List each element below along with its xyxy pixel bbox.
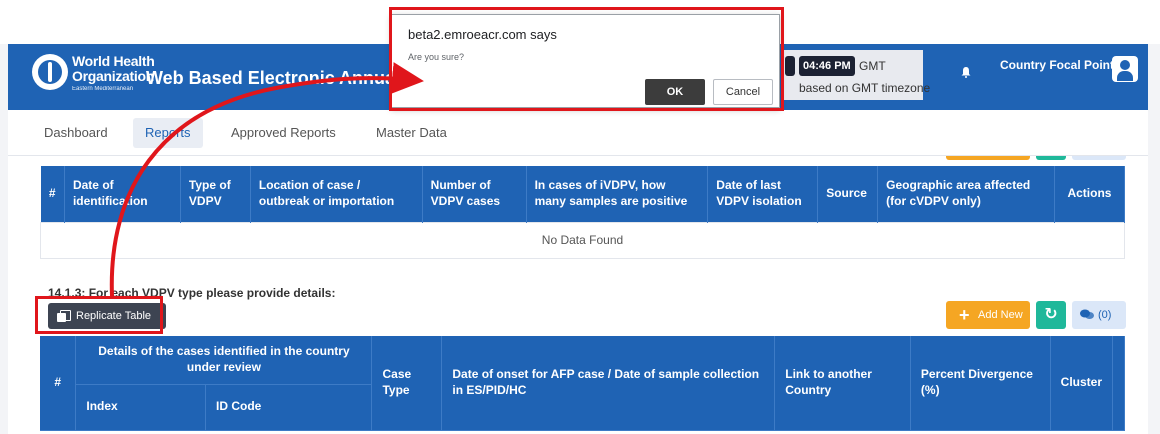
ok-button[interactable]: OK	[645, 79, 705, 105]
nav-master-data[interactable]: Master Data	[364, 118, 459, 148]
clock-time: 04:46 PM	[799, 56, 855, 76]
org-line2: Organization	[72, 68, 154, 84]
col-hash: #	[40, 336, 77, 431]
cancel-button[interactable]: Cancel	[713, 79, 773, 105]
partial-comments-button[interactable]	[1072, 156, 1126, 160]
empty-state: No Data Found	[40, 221, 1125, 259]
vdpv-table: # Date of identification Type of VDPV Lo…	[40, 166, 1126, 259]
col-number-cases: Number of VDPV cases	[422, 166, 527, 222]
main-nav: Dashboard Reports Approved Reports Maste…	[8, 110, 1148, 156]
col-type-vdpv: Type of VDPV	[180, 166, 251, 222]
col-percent-divergence: Percent Divergence (%)	[910, 336, 1051, 431]
col-extra	[1112, 336, 1125, 431]
who-logo-icon	[32, 54, 68, 90]
section-label: 14.1.3: For each VDPV type please provid…	[48, 286, 336, 300]
col-location: Location of case / outbreak or importati…	[250, 166, 423, 222]
user-role-label[interactable]: Country Focal Point	[1000, 58, 1114, 72]
partial-refresh-button[interactable]	[1036, 156, 1066, 160]
bell-icon[interactable]	[960, 66, 972, 78]
comments-count: (0)	[1098, 309, 1112, 321]
col-source: Source	[817, 166, 879, 222]
col-link-country: Link to another Country	[774, 336, 911, 431]
vdpv-details-table: # Details of the cases identified in the…	[40, 336, 1125, 431]
replicate-table-label: Replicate Table	[76, 310, 152, 322]
confirm-dialog: beta2.emroeacr.com says Are you sure? OK…	[391, 14, 780, 108]
user-avatar-icon[interactable]	[1112, 56, 1138, 82]
table-header-row: # Date of identification Type of VDPV Lo…	[40, 166, 1126, 222]
col-hash: #	[40, 166, 65, 222]
clock-timezone: GMT	[859, 59, 886, 73]
refresh-icon: ↻	[1044, 306, 1058, 323]
col-onset-date: Date of onset for AFP case / Date of sam…	[441, 336, 776, 431]
dialog-message: Are you sure?	[408, 52, 465, 62]
dialog-title: beta2.emroeacr.com says	[408, 27, 557, 42]
col-date-identification: Date of identification	[64, 166, 181, 222]
refresh-button[interactable]: ↻	[1036, 301, 1066, 329]
copy-icon	[57, 310, 71, 322]
clock-area: 04:46 PM GMT based on GMT timezone	[783, 50, 930, 100]
col-case-details: Details of the cases identified in the c…	[75, 336, 373, 385]
add-new-button[interactable]: + Add New	[946, 301, 1030, 329]
nav-approved-reports[interactable]: Approved Reports	[219, 118, 348, 148]
col-index: Index	[75, 384, 207, 431]
col-id-code: ID Code	[205, 384, 373, 431]
comment-icon	[1080, 309, 1094, 319]
nav-dashboard[interactable]: Dashboard	[32, 118, 120, 148]
org-line3: Eastern Mediterranean	[72, 86, 134, 92]
content-card: # Date of identification Type of VDPV Lo…	[8, 156, 1148, 434]
col-case-type: Case Type	[371, 336, 443, 431]
nav-reports[interactable]: Reports	[133, 118, 203, 148]
table-header-row: # Details of the cases identified in the…	[40, 336, 1125, 431]
comments-button[interactable]: (0)	[1072, 301, 1126, 329]
col-actions: Actions	[1054, 166, 1126, 222]
col-ivdpv-samples: In cases of iVDPV, how many samples are …	[526, 166, 709, 222]
org-name: World Health Organization Eastern Medite…	[72, 53, 155, 92]
col-last-isolation: Date of last VDPV isolation	[707, 166, 819, 222]
add-new-label: Add New	[978, 309, 1023, 321]
col-cluster: Cluster	[1050, 336, 1114, 431]
partial-add-button[interactable]	[946, 156, 1030, 160]
table-row: No Data Found	[40, 221, 1125, 259]
clock-note: based on GMT timezone	[799, 81, 931, 95]
clock-date-chip	[785, 56, 795, 76]
org-line1: World Health	[72, 53, 155, 69]
plus-icon: +	[959, 305, 970, 325]
col-geographic-area: Geographic area affected (for cVDPV only…	[877, 166, 1055, 222]
replicate-table-button[interactable]: Replicate Table	[48, 303, 166, 329]
